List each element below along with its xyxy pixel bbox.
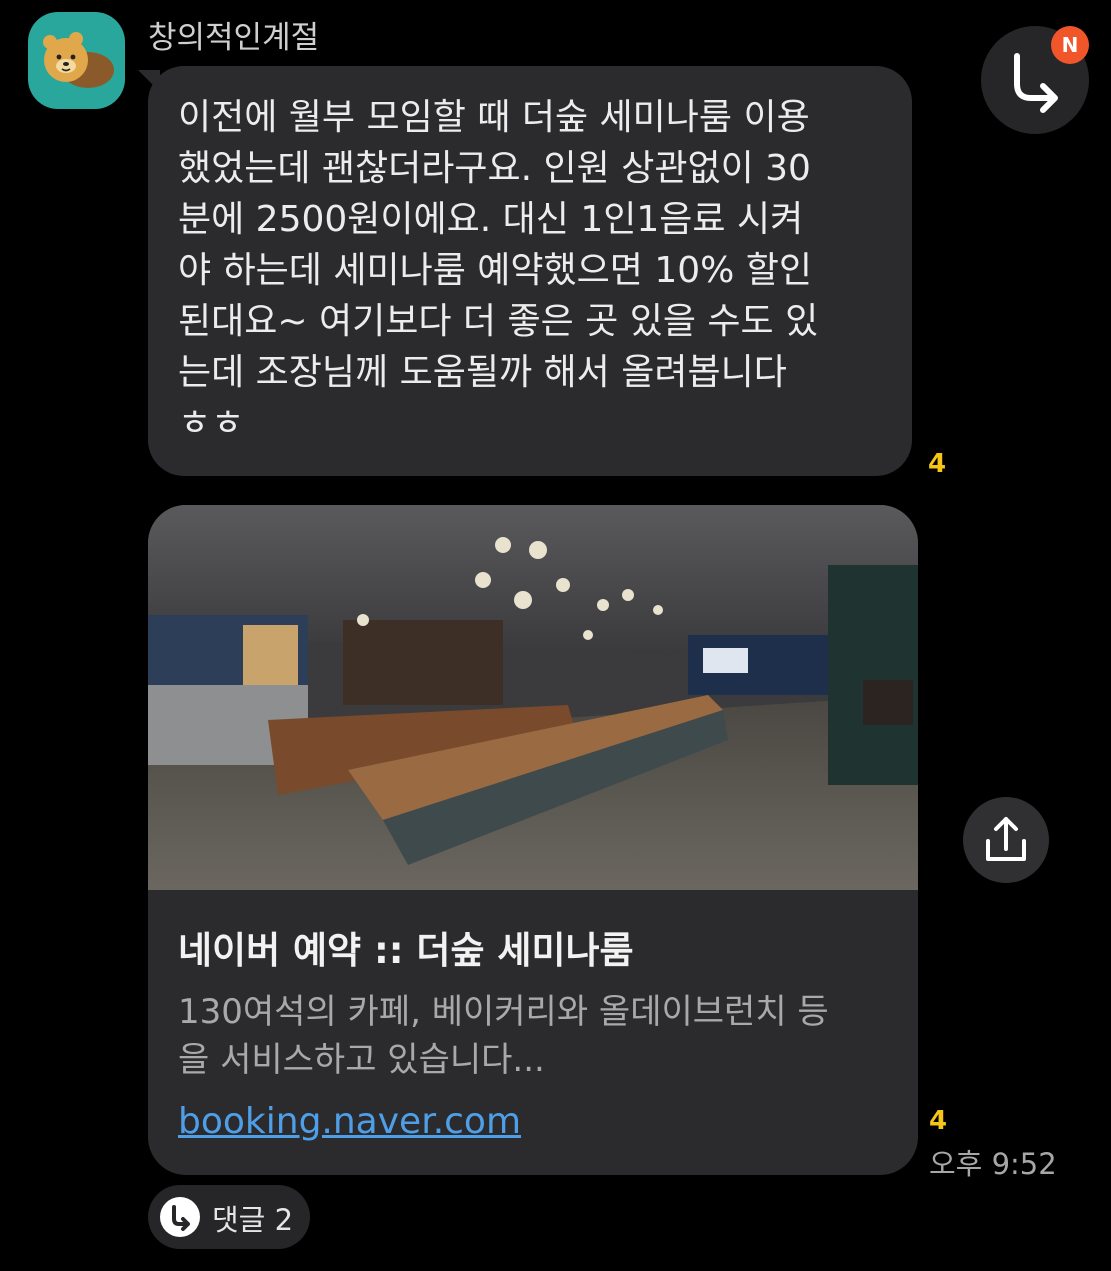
sender-name: 창의적인계절	[148, 20, 320, 56]
unread-count-link: 4	[929, 1106, 948, 1136]
share-button[interactable]	[963, 797, 1049, 883]
comment-label: 댓글 2	[212, 1203, 294, 1237]
message-text: 이전에 월부 모임할 때 더숲 세미나룸 이용 했었는데 괜찮더라구요. 인원 …	[178, 97, 819, 444]
unread-count: 4	[928, 449, 947, 479]
sender-avatar[interactable]	[28, 12, 125, 109]
message-bubble[interactable]: 이전에 월부 모임할 때 더숲 세미나룸 이용 했었는데 괜찮더라구요. 인원 …	[148, 66, 912, 476]
chat-screen: 창의적인계절 이전에 월부 모임할 때 더숲 세미나룸 이용 했었는데 괜찮더라…	[0, 0, 1111, 1271]
link-description: 130여석의 카페, 베이커리와 올데이브런치 등 을 서비스하고 있습니다..…	[178, 992, 829, 1080]
link-url[interactable]: booking.naver.com	[178, 1101, 521, 1142]
link-preview-card[interactable]: 네이버 예약 :: 더숲 세미나룸 130여석의 카페, 베이커리와 올데이브런…	[148, 505, 918, 1175]
message-time: 오후 9:52	[929, 1147, 1057, 1181]
comment-button[interactable]: 댓글 2	[148, 1185, 310, 1249]
new-badge: N	[1051, 26, 1089, 64]
cafe-interior-photo	[148, 505, 918, 890]
reply-bubble-icon	[160, 1197, 200, 1237]
share-icon	[986, 817, 1026, 861]
link-title: 네이버 예약 :: 더숲 세미나룸	[178, 929, 634, 972]
bear-character-icon	[43, 32, 114, 88]
